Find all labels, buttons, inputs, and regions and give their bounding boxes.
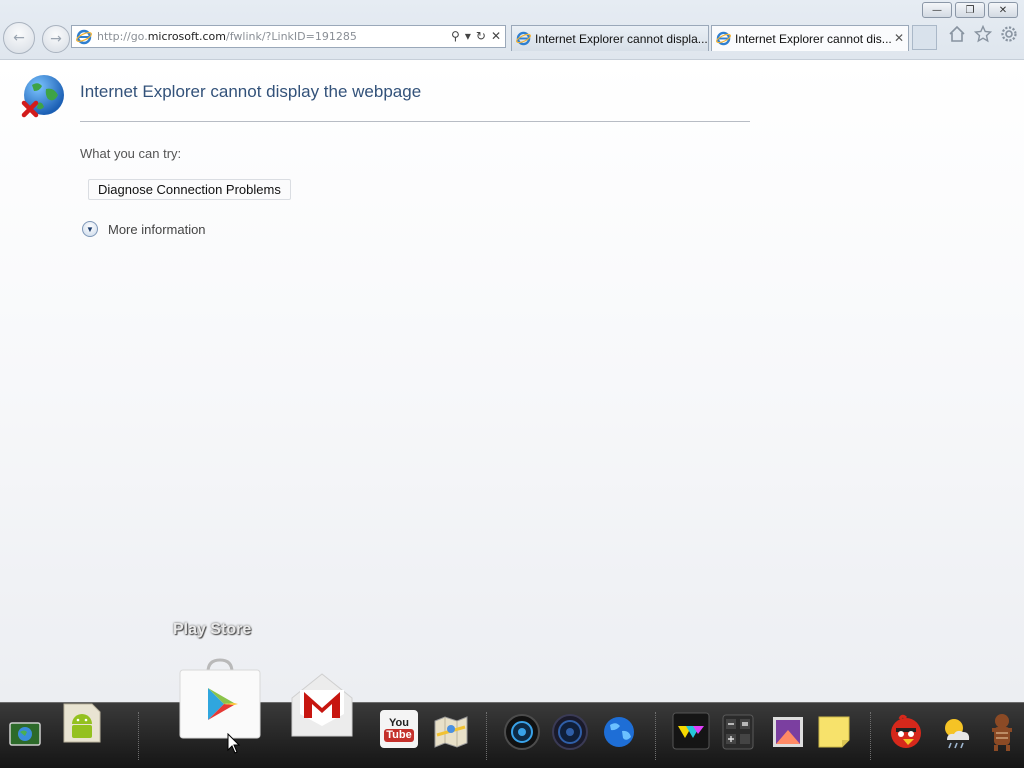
more-information-toggle[interactable]: ▼ More information [82, 221, 206, 237]
maps-icon[interactable] [433, 715, 469, 749]
back-button[interactable]: ← [3, 22, 35, 54]
calculator-icon[interactable] [722, 714, 754, 750]
title-divider [80, 121, 750, 122]
globe-error-icon [21, 75, 64, 118]
browser-icon[interactable] [602, 715, 636, 749]
tab-2-active[interactable]: Internet Explorer cannot dis... ✕ [711, 25, 909, 51]
dock-hover-label: Play Store [173, 621, 252, 638]
search-icon[interactable]: ⚲ [451, 29, 460, 43]
youtube-icon[interactable]: You Tube [380, 710, 418, 748]
browser-chrome: — ❐ ✕ ← → http://go.microsoft.com/fwlink… [0, 0, 1024, 60]
ie-tab-icon [716, 31, 731, 46]
dock-separator [486, 712, 488, 760]
ie-tab-icon [516, 31, 531, 46]
more-information-label: More information [108, 221, 206, 237]
tab-title: Internet Explorer cannot dis... [735, 31, 892, 46]
gingerbread-icon[interactable] [986, 712, 1018, 752]
close-window-button[interactable]: ✕ [988, 2, 1018, 18]
dropdown-icon[interactable]: ▾ [465, 29, 471, 43]
play-store-icon[interactable] [178, 656, 262, 740]
photo-icon[interactable] [772, 716, 804, 748]
dock-separator [138, 712, 140, 760]
page-title: Internet Explorer cannot display the web… [80, 82, 422, 101]
gmail-icon[interactable] [290, 672, 354, 738]
notes-icon[interactable] [818, 716, 850, 748]
what-you-can-try-label: What you can try: [80, 146, 182, 161]
forward-arrow-icon: → [50, 31, 62, 47]
forward-button[interactable]: → [42, 25, 70, 53]
window-controls: — ❐ ✕ [922, 2, 1018, 18]
ie-page-icon [76, 29, 92, 44]
favorites-star-icon[interactable] [974, 25, 992, 43]
gallery-icon[interactable] [672, 712, 710, 750]
diagnose-connection-button[interactable]: Diagnose Connection Problems [88, 179, 291, 200]
speaker-icon[interactable] [552, 714, 588, 750]
settings-gear-icon[interactable] [1000, 25, 1018, 43]
chevron-down-icon: ▼ [82, 221, 98, 237]
weather-icon[interactable] [939, 714, 973, 750]
page-content: Internet Explorer cannot display the web… [0, 60, 1024, 702]
dock-separator [870, 712, 872, 760]
minimize-button[interactable]: — [922, 2, 952, 18]
back-arrow-icon: ← [13, 30, 25, 46]
url-text[interactable]: http://go.microsoft.com/fwlink/?LinkID=1… [97, 30, 357, 43]
desktop-icon[interactable] [8, 720, 42, 750]
dock-separator [655, 712, 657, 760]
android-icon[interactable] [60, 700, 104, 746]
angry-birds-icon[interactable] [888, 714, 924, 750]
mouse-cursor-icon [227, 733, 241, 754]
tab-1[interactable]: Internet Explorer cannot displa... [511, 25, 709, 51]
address-bar[interactable]: http://go.microsoft.com/fwlink/?LinkID=1… [71, 25, 506, 48]
home-icon[interactable] [948, 25, 966, 43]
tab-title: Internet Explorer cannot displa... [535, 31, 708, 46]
tab-close-icon[interactable]: ✕ [894, 31, 904, 45]
new-tab-button[interactable] [912, 25, 937, 50]
stop-icon[interactable]: ✕ [491, 29, 501, 43]
camera-icon[interactable] [504, 714, 540, 750]
restore-button[interactable]: ❐ [955, 2, 985, 18]
refresh-icon[interactable]: ↻ [476, 29, 486, 43]
